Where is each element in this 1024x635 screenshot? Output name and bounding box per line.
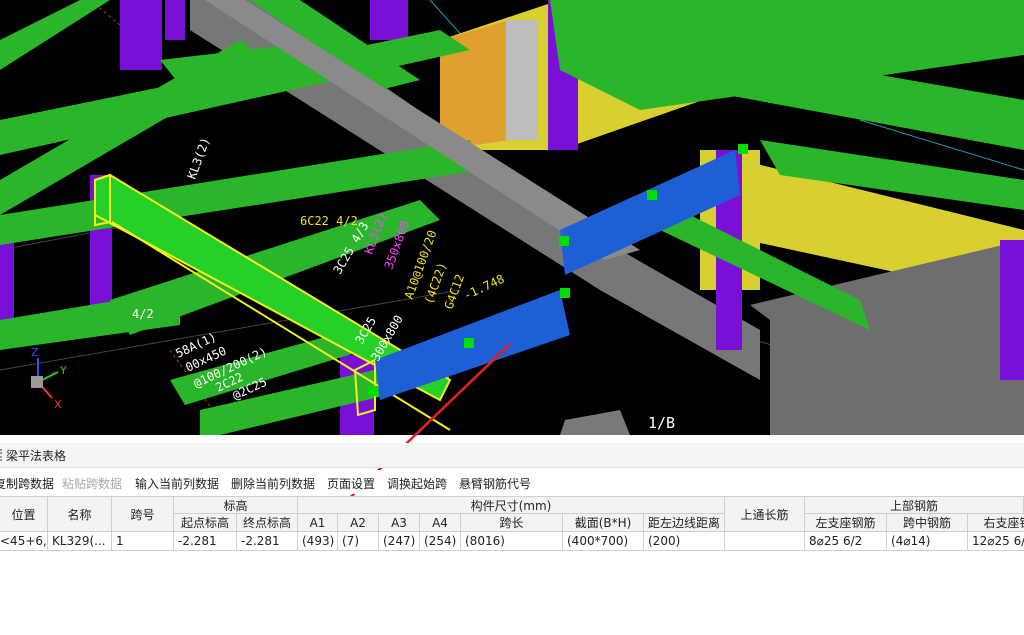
col-header-a4[interactable]: A4 bbox=[420, 514, 461, 532]
col-header-mid-span[interactable]: 跨中钢筋 bbox=[887, 514, 968, 532]
col-header-top-rebar: 上部钢筋 bbox=[805, 497, 1024, 514]
cell-end-elev[interactable]: -2.281 bbox=[237, 532, 298, 551]
cantilever-rebar-code-button[interactable]: 悬臂钢筋代号 bbox=[459, 475, 531, 492]
cell-a1[interactable]: (493) bbox=[298, 532, 338, 551]
cell-a4[interactable]: (254) bbox=[420, 532, 461, 551]
cell-top-through[interactable] bbox=[725, 532, 805, 551]
cell-span-length[interactable]: (8016) bbox=[461, 532, 563, 551]
col-header-section[interactable]: 截面(B*H) bbox=[563, 514, 644, 532]
cell-start-elev[interactable]: -2.281 bbox=[174, 532, 237, 551]
svg-text:Y: Y bbox=[59, 364, 67, 377]
cell-name[interactable]: KL329(... bbox=[48, 532, 112, 551]
panel-header: 梁平法表格 bbox=[0, 443, 1024, 468]
col-header-top-through[interactable]: 上通长筋 bbox=[725, 497, 805, 532]
panel-title: 梁平法表格 bbox=[6, 449, 67, 463]
cell-a2[interactable]: (7) bbox=[338, 532, 379, 551]
cell-mid-span[interactable]: (4⌀14) bbox=[887, 532, 968, 551]
input-column-data-button[interactable]: 输入当前列数据 bbox=[135, 475, 219, 492]
paste-span-data-button[interactable]: 粘贴跨数据 bbox=[62, 475, 122, 492]
cell-left-support[interactable]: 8⌀25 6/2 bbox=[805, 532, 887, 551]
copy-span-data-button[interactable]: 复制跨数据 bbox=[0, 475, 54, 492]
cell-edge-dist[interactable]: (200) bbox=[644, 532, 725, 551]
toolbar: 复制跨数据 粘贴跨数据 输入当前列数据 删除当前列数据 页面设置 调换起始跨 悬… bbox=[0, 470, 1024, 494]
page-setup-button[interactable]: 页面设置 bbox=[327, 475, 375, 492]
col-header-edge-dist[interactable]: 距左边线距离 bbox=[644, 514, 725, 532]
col-header-span-no[interactable]: 跨号 bbox=[112, 497, 174, 532]
col-header-end-elev[interactable]: 终点标高 bbox=[237, 514, 298, 532]
cell-span-no[interactable]: 1 bbox=[112, 532, 174, 551]
col-header-left-support[interactable]: 左支座钢筋 bbox=[805, 514, 887, 532]
col-header-span-length[interactable]: 跨长 bbox=[461, 514, 563, 532]
drag-grip-icon[interactable] bbox=[0, 449, 5, 461]
cell-section[interactable]: (400*700) bbox=[563, 532, 644, 551]
svg-text:Z: Z bbox=[31, 346, 39, 359]
col-header-right-support[interactable]: 右支座钢 bbox=[968, 514, 1024, 532]
cell-right-support[interactable]: 12⌀25 6/ bbox=[968, 532, 1024, 551]
beam-table: 位置 名称 跨号 标高 构件尺寸(mm) 上通长筋 上部钢筋 起点标高 终点标高… bbox=[0, 496, 1024, 556]
cad-label: 4/2 bbox=[132, 307, 154, 321]
col-header-member-size: 构件尺寸(mm) bbox=[298, 497, 725, 514]
col-header-position[interactable]: 位置 bbox=[0, 497, 48, 532]
delete-column-data-button[interactable]: 删除当前列数据 bbox=[231, 475, 315, 492]
cell-a3[interactable]: (247) bbox=[379, 532, 420, 551]
cell-position[interactable]: <45+6,... bbox=[0, 532, 48, 551]
svg-text:X: X bbox=[54, 398, 62, 411]
swap-start-span-button[interactable]: 调换起始跨 bbox=[387, 475, 447, 492]
col-header-a3[interactable]: A3 bbox=[379, 514, 420, 532]
cad-label: 6C22 4/2 bbox=[300, 214, 358, 228]
col-header-a2[interactable]: A2 bbox=[338, 514, 379, 532]
3d-viewport[interactable]: KL3(2) 6C22 4/2 KL3(2) 350x800 A10@100/2… bbox=[0, 0, 1024, 435]
col-header-elevation: 标高 bbox=[174, 497, 298, 514]
col-header-a1[interactable]: A1 bbox=[298, 514, 338, 532]
col-header-name[interactable]: 名称 bbox=[48, 497, 112, 532]
cad-label: 1/B bbox=[648, 414, 675, 432]
col-header-start-elev[interactable]: 起点标高 bbox=[174, 514, 237, 532]
